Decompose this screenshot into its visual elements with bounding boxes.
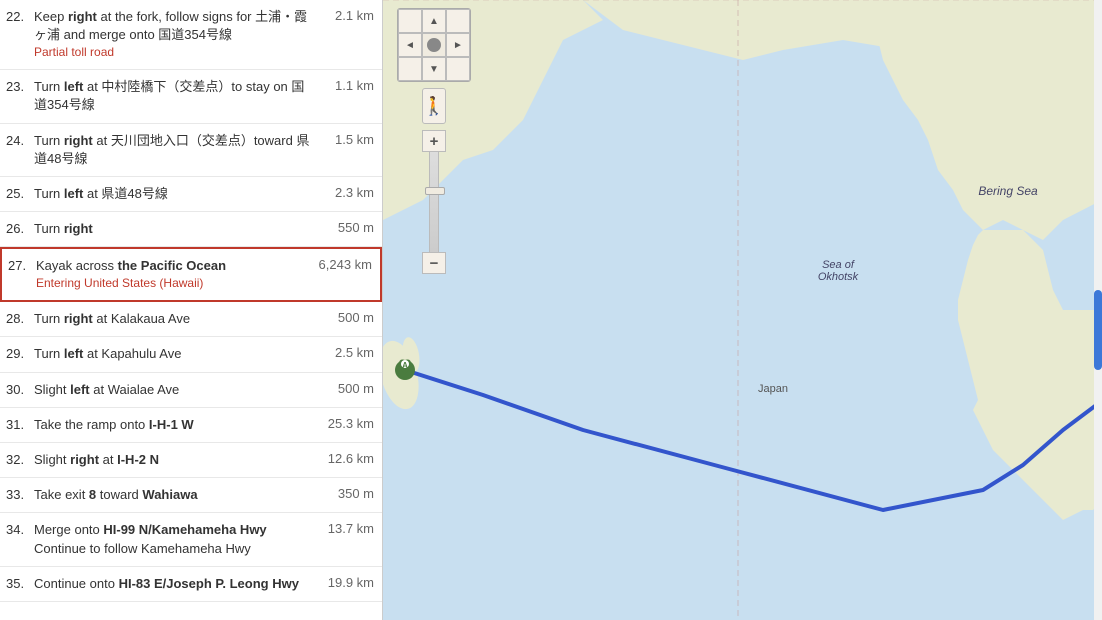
map-scrollbar-track xyxy=(1094,0,1102,620)
step-content: Kayak across the Pacific OceanEntering U… xyxy=(36,257,312,292)
pegman-button[interactable]: 🚶 xyxy=(422,88,446,124)
step-content: Turn right at 天川団地入口（交差点）toward 県道48号線 xyxy=(34,132,314,168)
step-distance: 25.3 km xyxy=(314,416,374,431)
svg-text:A: A xyxy=(402,361,408,370)
svg-text:Bering Sea: Bering Sea xyxy=(978,184,1038,198)
step-number: 30. xyxy=(6,381,34,397)
pan-ne-button[interactable] xyxy=(446,9,470,33)
step-distance: 2.3 km xyxy=(314,185,374,200)
direction-row[interactable]: 22.Keep right at the fork, follow signs … xyxy=(0,0,382,70)
map-panel: Sea of Okhotsk Bering Sea Gulf of Alaska… xyxy=(383,0,1102,620)
direction-row[interactable]: 35.Continue onto HI-83 E/Joseph P. Leong… xyxy=(0,567,382,602)
svg-text:Japan: Japan xyxy=(758,383,788,395)
step-distance: 13.7 km xyxy=(314,521,374,536)
directions-panel[interactable]: 22.Keep right at the fork, follow signs … xyxy=(0,0,383,620)
direction-row[interactable]: 29.Turn left at Kapahulu Ave2.5 km xyxy=(0,337,382,372)
zoom-controls: + − xyxy=(422,130,446,274)
step-content: Take the ramp onto I-H-1 W xyxy=(34,416,314,434)
step-distance: 350 m xyxy=(314,486,374,501)
pan-center-button xyxy=(422,33,446,57)
step-distance: 2.5 km xyxy=(314,345,374,360)
pan-sw-button[interactable] xyxy=(398,57,422,81)
step-number: 28. xyxy=(6,310,34,326)
step-content: Keep right at the fork, follow signs for… xyxy=(34,8,314,61)
step-content: Turn left at 県道48号線 xyxy=(34,185,314,203)
step-number: 32. xyxy=(6,451,34,467)
step-distance: 12.6 km xyxy=(314,451,374,466)
step-distance: 500 m xyxy=(314,381,374,396)
direction-row[interactable]: 34.Merge onto HI-99 N/Kamehameha HwyCont… xyxy=(0,513,382,566)
step-content: Slight left at Waialae Ave xyxy=(34,381,314,399)
step-distance: 500 m xyxy=(314,310,374,325)
step-distance: 550 m xyxy=(314,220,374,235)
step-number: 27. xyxy=(8,257,36,273)
step-number: 22. xyxy=(6,8,34,24)
direction-row[interactable]: 23.Turn left at 中村陸橋下（交差点）to stay on 国道3… xyxy=(0,70,382,123)
direction-row[interactable]: 32.Slight right at I-H-2 N12.6 km xyxy=(0,443,382,478)
pan-nw-button[interactable] xyxy=(398,9,422,33)
direction-row[interactable]: 25.Turn left at 県道48号線2.3 km xyxy=(0,177,382,212)
step-number: 31. xyxy=(6,416,34,432)
pan-s-button[interactable]: ▼ xyxy=(422,57,446,81)
direction-row[interactable]: 31.Take the ramp onto I-H-1 W25.3 km xyxy=(0,408,382,443)
svg-text:Sea of: Sea of xyxy=(822,259,855,271)
step-number: 24. xyxy=(6,132,34,148)
step-content: Turn right at Kalakaua Ave xyxy=(34,310,314,328)
step-subtext: Partial toll road xyxy=(34,44,314,61)
step-number: 33. xyxy=(6,486,34,502)
step-distance: 2.1 km xyxy=(314,8,374,23)
step-content: Turn left at 中村陸橋下（交差点）to stay on 国道354号… xyxy=(34,78,314,114)
step-content: Slight right at I-H-2 N xyxy=(34,451,314,469)
step-content: Take exit 8 toward Wahiawa xyxy=(34,486,314,504)
step-subtext: Entering United States (Hawaii) xyxy=(36,275,312,292)
pan-e-button[interactable]: ► xyxy=(446,33,470,57)
direction-row[interactable]: 33.Take exit 8 toward Wahiawa350 m xyxy=(0,478,382,513)
step-distance: 6,243 km xyxy=(312,257,372,272)
map-scrollbar-thumb[interactable] xyxy=(1094,290,1102,370)
step-subtext: Continue to follow Kamehameha Hwy xyxy=(34,540,314,558)
step-distance: 19.9 km xyxy=(314,575,374,590)
zoom-in-button[interactable]: + xyxy=(422,130,446,152)
direction-row[interactable]: 30.Slight left at Waialae Ave500 m xyxy=(0,373,382,408)
direction-row[interactable]: 26.Turn right550 m xyxy=(0,212,382,247)
step-distance: 1.5 km xyxy=(314,132,374,147)
direction-row[interactable]: 27.Kayak across the Pacific OceanEnterin… xyxy=(0,247,382,302)
direction-row[interactable]: 28.Turn right at Kalakaua Ave500 m xyxy=(0,302,382,337)
pan-n-button[interactable]: ▲ xyxy=(422,9,446,33)
pan-controls: ▲ ◄ ► ▼ xyxy=(397,8,471,82)
step-content: Turn left at Kapahulu Ave xyxy=(34,345,314,363)
map-controls: ▲ ◄ ► ▼ 🚶 + − xyxy=(397,8,471,274)
svg-text:Okhotsk: Okhotsk xyxy=(818,271,859,283)
zoom-slider-track xyxy=(429,152,439,252)
step-distance: 1.1 km xyxy=(314,78,374,93)
direction-row[interactable]: 24.Turn right at 天川団地入口（交差点）toward 県道48号… xyxy=(0,124,382,177)
zoom-out-button[interactable]: − xyxy=(422,252,446,274)
step-number: 25. xyxy=(6,185,34,201)
step-content: Continue onto HI-83 E/Joseph P. Leong Hw… xyxy=(34,575,314,593)
step-number: 23. xyxy=(6,78,34,94)
step-number: 35. xyxy=(6,575,34,591)
pan-w-button[interactable]: ◄ xyxy=(398,33,422,57)
step-content: Turn right xyxy=(34,220,314,238)
step-number: 26. xyxy=(6,220,34,236)
zoom-slider-thumb[interactable] xyxy=(425,187,445,195)
step-number: 34. xyxy=(6,521,34,537)
pan-se-button[interactable] xyxy=(446,57,470,81)
step-number: 29. xyxy=(6,345,34,361)
step-content: Merge onto HI-99 N/Kamehameha HwyContinu… xyxy=(34,521,314,557)
